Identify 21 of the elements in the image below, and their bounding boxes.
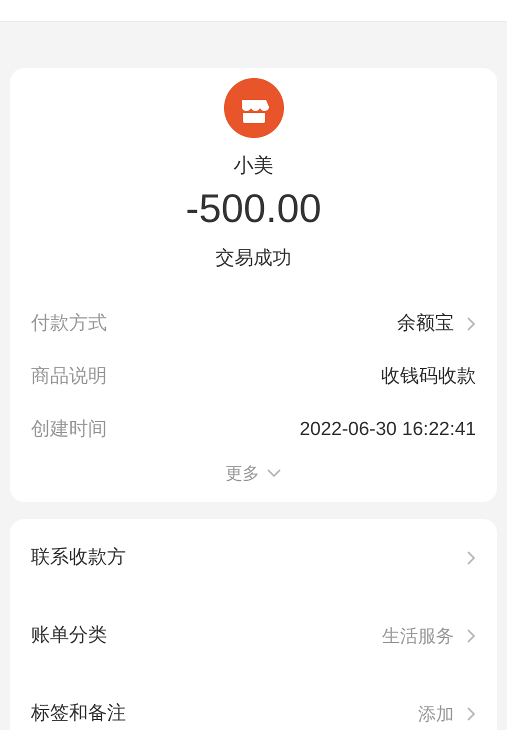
chevron-right-icon [466, 628, 476, 644]
action-value: 生活服务 [382, 624, 454, 648]
chevron-down-icon [266, 468, 282, 478]
detail-value: 收钱码收款 [381, 364, 476, 389]
shop-icon [224, 78, 284, 138]
action-value: 添加 [418, 702, 454, 726]
amount: -500.00 [186, 186, 322, 233]
detail-value: 余额宝 [397, 312, 454, 336]
action-label: 账单分类 [31, 624, 107, 648]
merchant-name: 小美 [234, 154, 274, 179]
chevron-right-icon [466, 550, 476, 566]
action-label: 标签和备注 [31, 702, 126, 726]
action-label: 联系收款方 [31, 546, 126, 570]
chevron-right-icon [466, 316, 476, 332]
detail-label: 商品说明 [31, 364, 107, 389]
detail-label: 创建时间 [31, 418, 107, 442]
more-button[interactable]: 更多 [226, 460, 282, 486]
transaction-status: 交易成功 [216, 247, 292, 271]
detail-value: 2022-06-30 16:22:41 [300, 418, 476, 442]
chevron-right-icon [466, 706, 476, 722]
detail-label: 付款方式 [31, 312, 107, 336]
